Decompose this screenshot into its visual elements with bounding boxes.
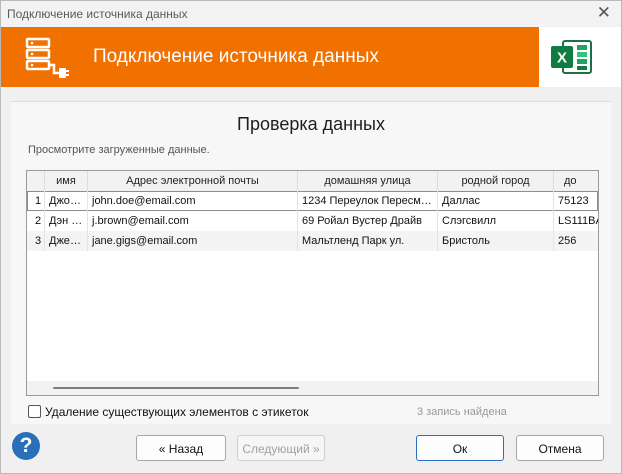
- column-header-name[interactable]: имя: [45, 171, 88, 191]
- excel-icon: X: [551, 40, 592, 74]
- page-title: Проверка данных: [237, 114, 385, 134]
- column-header-city[interactable]: родной город: [438, 171, 554, 191]
- close-icon[interactable]: ✕: [597, 4, 611, 22]
- window-title: Подключение источника данных: [7, 7, 188, 21]
- checkbox-label[interactable]: Удаление существующих элементов с этикет…: [45, 405, 308, 419]
- table-row[interactable]: 2 Дэн Браун j.brown@email.com 69 Ройал В…: [27, 211, 598, 231]
- next-button[interactable]: Следующий »: [237, 435, 325, 461]
- scrollbar-thumb[interactable]: [53, 387, 299, 389]
- cell-email[interactable]: jane.gigs@email.com: [88, 231, 298, 251]
- cell-email[interactable]: j.brown@email.com: [88, 211, 298, 231]
- cell-zip[interactable]: 75123: [554, 191, 598, 211]
- row-number: 1: [27, 191, 45, 211]
- cell-name[interactable]: Джейн Гигс: [45, 231, 88, 251]
- row-number: 2: [27, 211, 45, 231]
- horizontal-scrollbar[interactable]: [27, 381, 598, 395]
- column-header-street[interactable]: домашняя улица: [298, 171, 438, 191]
- table-row[interactable]: 3 Джейн Гигс jane.gigs@email.com Мальтле…: [27, 231, 598, 251]
- row-number: 3: [27, 231, 45, 251]
- excel-logo: X: [539, 27, 621, 87]
- dialog-window: Подключение источника данных ✕ Подключен…: [0, 0, 622, 474]
- back-button[interactable]: « Назад: [136, 435, 226, 461]
- data-grid[interactable]: имя Адрес электронной почты домашняя ули…: [26, 170, 599, 396]
- title-bar: Подключение источника данных ✕: [1, 1, 621, 27]
- cell-street[interactable]: Мальтленд Парк ул.: [298, 231, 438, 251]
- svg-text:X: X: [557, 50, 567, 67]
- delete-existing-checkbox[interactable]: Удаление существующих элементов с этикет…: [28, 405, 308, 419]
- help-icon[interactable]: ?: [12, 432, 40, 460]
- cancel-button[interactable]: Отмена: [516, 435, 604, 461]
- content-panel: Проверка данных Просмотрите загруженные …: [11, 101, 611, 424]
- cell-street[interactable]: 1234 Переулок Пересмешника: [298, 191, 438, 211]
- row-number-header: [27, 171, 45, 191]
- column-header-email[interactable]: Адрес электронной почты: [88, 171, 298, 191]
- grid-header: имя Адрес электронной почты домашняя ули…: [27, 171, 598, 192]
- column-header-zip[interactable]: до: [554, 171, 598, 191]
- page-subtitle: Просмотрите загруженные данные.: [28, 144, 210, 156]
- database-plug-icon: [25, 37, 69, 78]
- cell-street[interactable]: 69 Ройал Вустер Драйв: [298, 211, 438, 231]
- table-row[interactable]: 1 Джон Доу john.doe@email.com 1234 Переу…: [27, 191, 598, 211]
- cell-city[interactable]: Бристоль: [438, 231, 554, 251]
- cell-name[interactable]: Джон Доу: [45, 191, 88, 211]
- cell-email[interactable]: john.doe@email.com: [88, 191, 298, 211]
- cell-city[interactable]: Слэгсвилл: [438, 211, 554, 231]
- checkbox-box[interactable]: [28, 405, 41, 418]
- banner-heading: Подключение источника данных: [93, 46, 379, 67]
- cell-zip[interactable]: 256: [554, 231, 598, 251]
- ok-button[interactable]: Ок: [416, 435, 504, 461]
- cell-zip[interactable]: LS111BA: [554, 211, 598, 231]
- header-banner: Подключение источника данных X: [1, 27, 621, 87]
- cell-city[interactable]: Даллас: [438, 191, 554, 211]
- record-count: 3 запись найдена: [417, 406, 507, 418]
- cell-name[interactable]: Дэн Браун: [45, 211, 88, 231]
